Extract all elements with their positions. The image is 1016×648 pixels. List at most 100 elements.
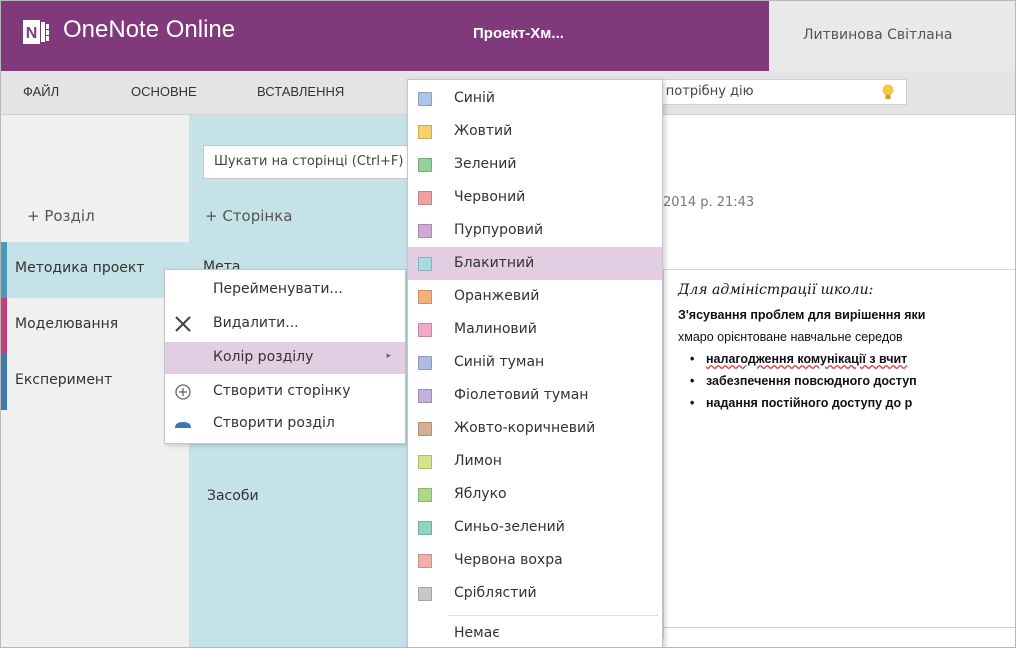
page-date: 2014 р. 21:43: [663, 195, 755, 210]
color-swatch: [418, 587, 432, 601]
section-label: Методика проект: [15, 260, 145, 276]
app-name[interactable]: OneNote Online: [63, 16, 235, 44]
color-option-teal[interactable]: Синьо-зелений: [408, 511, 662, 544]
color-swatch: [418, 356, 432, 370]
section-color-submenu: Синій Жовтий Зелений Червоний Пурпуровий…: [407, 79, 663, 647]
color-swatch: [418, 257, 432, 271]
color-swatch: [418, 422, 432, 436]
color-option-apple[interactable]: Яблуко: [408, 478, 662, 511]
menu-item-label: Створити розділ: [213, 415, 335, 431]
section-color-bar: [1, 242, 7, 298]
color-option-magenta[interactable]: Малиновий: [408, 313, 662, 346]
section-item-methodology[interactable]: Методика проект: [1, 242, 189, 298]
menu-item-label: Колір розділу: [213, 349, 314, 365]
color-option-silver[interactable]: Сріблястий: [408, 577, 662, 610]
notebook-name[interactable]: Проект-Хм...: [473, 25, 564, 42]
section-context-menu: Перейменувати... Видалити... Колір розді…: [164, 269, 406, 444]
color-label: Блакитний: [454, 255, 535, 271]
note-line: хмаро орієнтоване навчальне середов: [678, 330, 903, 344]
horizontal-scrollbar[interactable]: [663, 627, 1015, 641]
note-bullet: налагодження комунікації з вчит: [690, 352, 907, 366]
section-label: Експеримент: [15, 372, 113, 388]
color-label: Зелений: [454, 156, 517, 172]
submenu-arrow-icon: ▸: [386, 351, 391, 361]
color-option-orange[interactable]: Оранжевий: [408, 280, 662, 313]
color-option-purple-mist[interactable]: Фіолетовий туман: [408, 379, 662, 412]
color-label: Синій туман: [454, 354, 545, 370]
menu-item-label: Створити сторінку: [213, 383, 351, 399]
color-swatch: [418, 488, 432, 502]
color-swatch: [418, 92, 432, 106]
menu-item-label: Перейменувати...: [213, 281, 343, 297]
new-section-menu-item[interactable]: Створити розділ: [165, 408, 405, 440]
sections-pane: + Розділ Методика проект Моделювання Екс…: [1, 115, 189, 647]
color-label: Фіолетовий туман: [454, 387, 589, 403]
close-icon: [175, 316, 191, 332]
color-option-red-chalk[interactable]: Червона вохра: [408, 544, 662, 577]
note-title: Для адміністрації школи:: [678, 282, 874, 298]
color-label: Синій: [454, 90, 496, 106]
section-color-bar: [1, 298, 7, 354]
color-label: Лимон: [454, 453, 502, 469]
new-page-menu-item[interactable]: Створити сторінку: [165, 376, 405, 408]
onenote-logo-icon[interactable]: N: [23, 18, 51, 46]
onenote-window: N OneNote Online Проект-Хм... Литвинова …: [0, 0, 1016, 648]
note-line: З'ясування проблем для вирішення яки: [678, 308, 926, 322]
section-color-bar: [1, 354, 7, 410]
section-item-modeling[interactable]: Моделювання: [1, 298, 189, 354]
user-area[interactable]: Литвинова Світлана: [769, 1, 1015, 71]
section-label: Моделювання: [15, 316, 119, 332]
note-container[interactable]: Для адміністрації школи: З'ясування проб…: [663, 269, 1015, 639]
color-option-tan[interactable]: Жовто-коричневий: [408, 412, 662, 445]
page-item-tools[interactable]: Засоби: [207, 488, 259, 504]
menu-item-label: Видалити...: [213, 315, 299, 331]
color-swatch: [418, 224, 432, 238]
color-option-lemon[interactable]: Лимон: [408, 445, 662, 478]
add-page-button[interactable]: + Сторінка: [205, 207, 292, 225]
color-swatch: [418, 389, 432, 403]
tab-home[interactable]: ОСНОВНЕ: [131, 84, 197, 99]
tab-insert[interactable]: ВСТАВЛЕННЯ: [257, 84, 344, 99]
color-option-green[interactable]: Зелений: [408, 148, 662, 181]
color-label: Сріблястий: [454, 585, 537, 601]
section-color-menu-item[interactable]: Колір розділу ▸: [165, 342, 405, 374]
color-label: Червоний: [454, 189, 526, 205]
color-label: Малиновий: [454, 321, 537, 337]
color-label: Немає: [454, 625, 500, 641]
delete-menu-item[interactable]: Видалити...: [165, 308, 405, 340]
page-search-placeholder: Шукати на сторінці (Ctrl+F): [214, 154, 404, 169]
tell-me-text: ь потрібну дію: [654, 84, 754, 99]
svg-text:N: N: [26, 25, 38, 42]
note-bullet: забезпечення повсюдного доступ: [690, 374, 917, 388]
color-label: Яблуко: [454, 486, 507, 502]
color-swatch: [418, 158, 432, 172]
tab-file[interactable]: ФАЙЛ: [23, 84, 59, 99]
color-label: Жовто-коричневий: [454, 420, 596, 436]
color-option-blue[interactable]: Синій: [408, 82, 662, 115]
color-swatch: [418, 290, 432, 304]
add-section-button[interactable]: + Розділ: [27, 207, 95, 225]
color-option-blue-mist[interactable]: Синій туман: [408, 346, 662, 379]
color-option-red[interactable]: Червоний: [408, 181, 662, 214]
color-option-yellow[interactable]: Жовтий: [408, 115, 662, 148]
rename-menu-item[interactable]: Перейменувати...: [165, 274, 405, 306]
color-swatch: [418, 455, 432, 469]
user-name[interactable]: Литвинова Світлана: [803, 27, 952, 43]
color-swatch: [418, 323, 432, 337]
color-label: Синьо-зелений: [454, 519, 565, 535]
tell-me-input[interactable]: ь потрібну дію: [641, 79, 907, 105]
color-swatch: [418, 191, 432, 205]
circle-plus-icon: [175, 384, 191, 400]
title-bar: N OneNote Online Проект-Хм... Литвинова …: [1, 1, 1015, 71]
lightbulb-icon: [882, 84, 894, 99]
color-label: Пурпуровий: [454, 222, 544, 238]
section-tab-icon: [175, 422, 191, 428]
color-swatch: [418, 125, 432, 139]
color-option-none[interactable]: Немає: [408, 616, 662, 647]
note-bullet: надання постійного доступу до р: [690, 396, 912, 410]
color-option-purple[interactable]: Пурпуровий: [408, 214, 662, 247]
page-search-input[interactable]: Шукати на сторінці (Ctrl+F): [203, 145, 413, 179]
section-item-experiment[interactable]: Експеримент: [1, 354, 189, 410]
color-label: Червона вохра: [454, 552, 563, 568]
color-option-cyan[interactable]: Блакитний: [408, 247, 662, 280]
